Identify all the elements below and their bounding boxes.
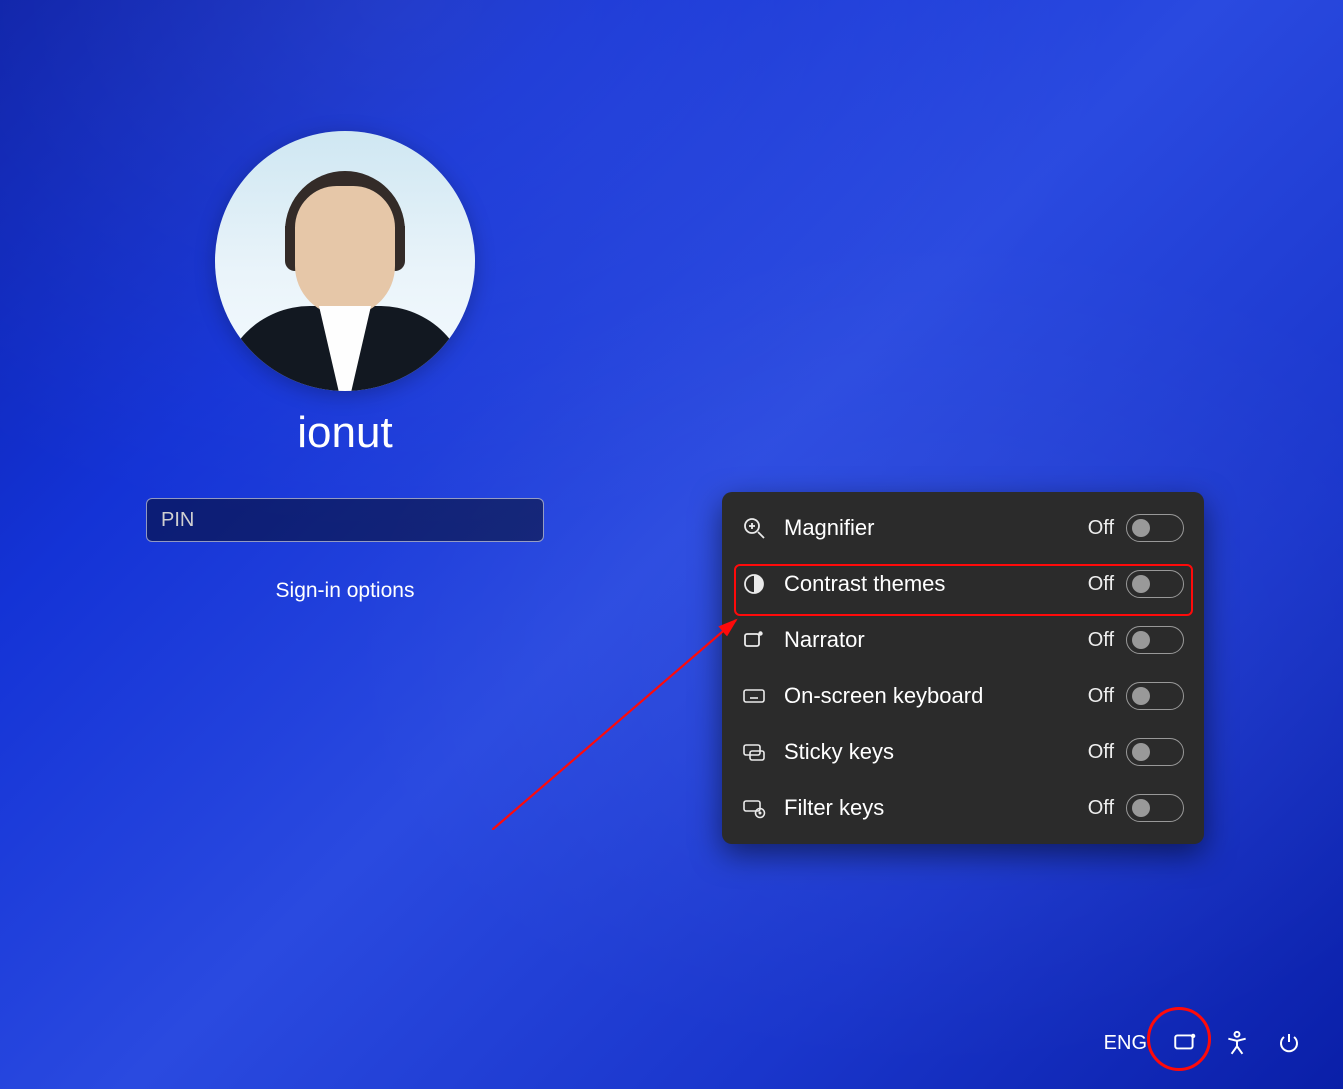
accessibility-item-label: Filter keys [784, 795, 884, 821]
accessibility-item-label: Magnifier [784, 515, 874, 541]
sticky-keys-icon [742, 740, 766, 764]
accessibility-item-state: Off [1088, 797, 1114, 820]
accessibility-item-state: Off [1088, 741, 1114, 764]
filter-keys-icon [742, 796, 766, 820]
accessibility-item-contrast-themes[interactable]: Contrast themes Off [728, 556, 1198, 612]
accessibility-item-osk[interactable]: On-screen keyboard Off [728, 668, 1198, 724]
network-icon[interactable] [1171, 1029, 1199, 1057]
accessibility-item-state: Off [1088, 629, 1114, 652]
accessibility-item-state: Off [1088, 573, 1114, 596]
accessibility-item-magnifier[interactable]: Magnifier Off [728, 500, 1198, 556]
contrast-themes-toggle[interactable] [1126, 570, 1184, 598]
accessibility-item-label: On-screen keyboard [784, 683, 983, 709]
narrator-toggle[interactable] [1126, 626, 1184, 654]
accessibility-item-state: Off [1088, 685, 1114, 708]
magnifier-plus-icon [742, 516, 766, 540]
contrast-icon [742, 572, 766, 596]
magnifier-toggle[interactable] [1126, 514, 1184, 542]
avatar-illustration [215, 131, 475, 391]
accessibility-item-narrator[interactable]: Narrator Off [728, 612, 1198, 668]
accessibility-item-label: Narrator [784, 627, 865, 653]
accessibility-item-label: Contrast themes [784, 571, 945, 597]
pin-input[interactable] [146, 498, 544, 542]
sticky-keys-toggle[interactable] [1126, 738, 1184, 766]
osk-toggle[interactable] [1126, 682, 1184, 710]
language-indicator[interactable]: ENG [1104, 1032, 1147, 1055]
accessibility-item-sticky-keys[interactable]: Sticky keys Off [728, 724, 1198, 780]
power-button[interactable] [1275, 1029, 1303, 1057]
accessibility-button[interactable] [1223, 1029, 1251, 1057]
user-avatar [215, 131, 475, 391]
narrator-icon [742, 628, 766, 652]
accessibility-item-label: Sticky keys [784, 739, 894, 765]
filter-keys-toggle[interactable] [1126, 794, 1184, 822]
username-label: ionut [0, 408, 690, 458]
keyboard-icon [742, 684, 766, 708]
login-area: ionut Sign-in options [0, 0, 690, 1089]
accessibility-panel: Magnifier Off Contrast themes Off [722, 492, 1204, 844]
accessibility-item-state: Off [1088, 517, 1114, 540]
taskbar-right-controls: ENG [1104, 1029, 1303, 1057]
sign-in-options-link[interactable]: Sign-in options [0, 579, 690, 603]
accessibility-item-filter-keys[interactable]: Filter keys Off [728, 780, 1198, 836]
